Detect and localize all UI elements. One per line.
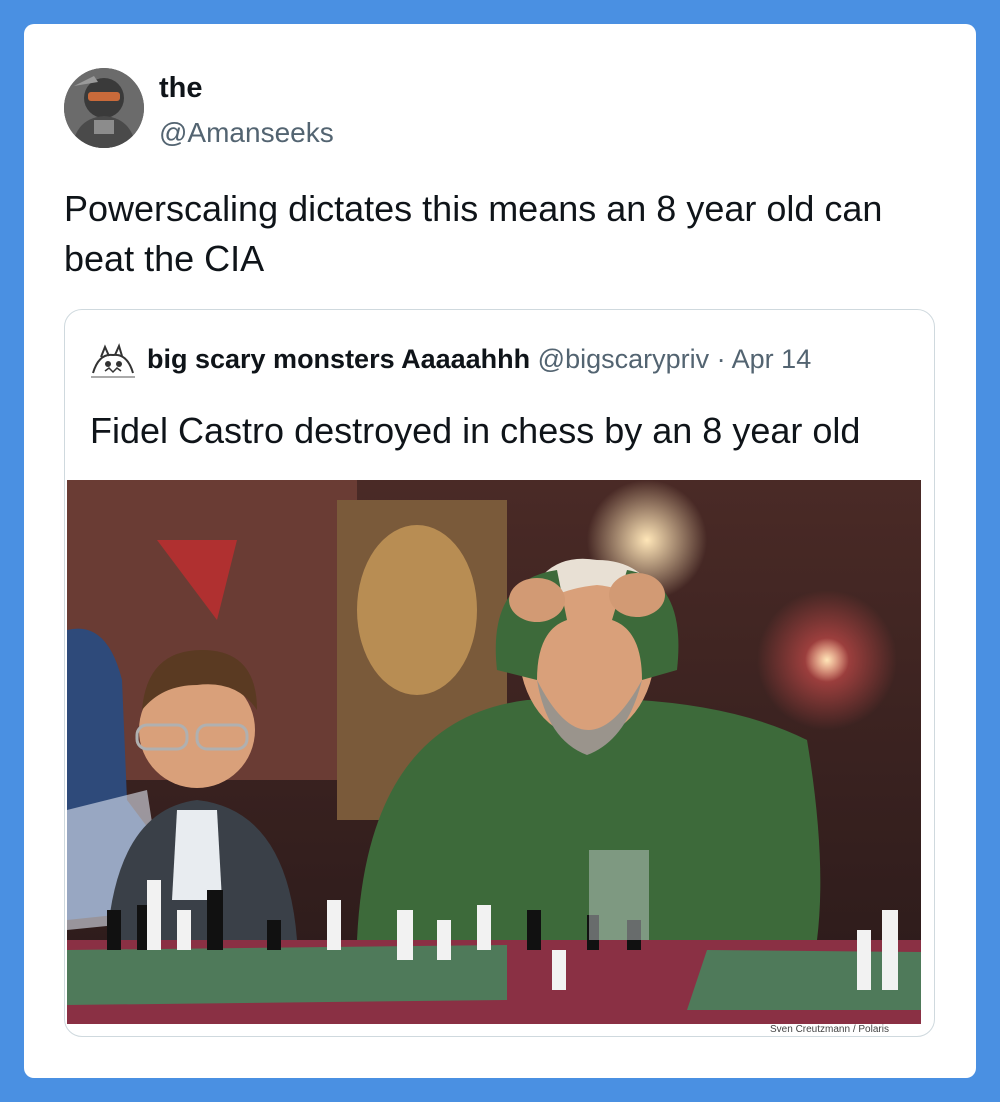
tweet-card: the @Amanseeks Powerscaling dictates thi… xyxy=(24,24,976,1078)
quote-avatar[interactable] xyxy=(89,343,137,383)
quote-header: big scary monsters Aaaaahhh @bigscarypri… xyxy=(147,344,811,375)
avatar[interactable] xyxy=(64,68,144,148)
chess-photo[interactable] xyxy=(67,480,921,1024)
user-handle[interactable]: @Amanseeks xyxy=(159,117,334,149)
photo-credit: Sven Creutzmann / Polaris xyxy=(770,1024,889,1035)
monster-sketch-avatar-icon xyxy=(91,343,135,378)
quoted-tweet[interactable]: big scary monsters Aaaaahhh @bigscarypri… xyxy=(64,309,935,1037)
quote-separator: · xyxy=(716,344,726,374)
quote-text: Fidel Castro destroyed in chess by an 8 … xyxy=(90,410,861,451)
quote-display-name[interactable]: big scary monsters Aaaaahhh xyxy=(147,344,530,374)
masked-figure-avatar-icon xyxy=(64,68,144,148)
tweet-text: Powerscaling dictates this means an 8 ye… xyxy=(64,188,883,279)
quote-date[interactable]: Apr 14 xyxy=(732,344,812,374)
quote-handle[interactable]: @bigscarypriv xyxy=(538,344,709,374)
display-name[interactable]: the xyxy=(159,72,203,105)
